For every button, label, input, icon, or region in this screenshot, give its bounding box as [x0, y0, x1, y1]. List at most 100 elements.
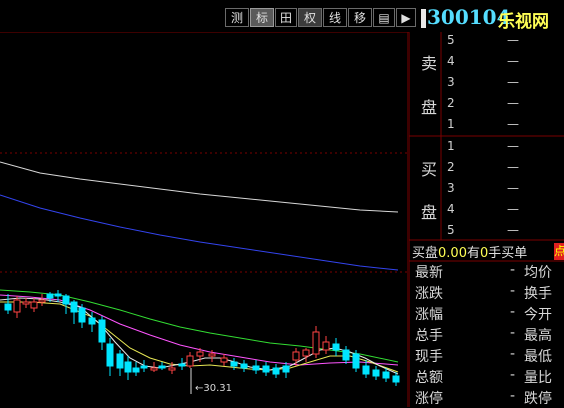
candle-body — [132, 367, 140, 373]
candle-body — [322, 341, 330, 351]
stat-right: 量比 — [524, 370, 552, 386]
mark-button[interactable]: 标 — [250, 8, 274, 27]
quote-panel: 卖 盘 5 — 4 — 3 — 2 — 1 — 买 盘 1 — 2 — 3 — 4 — 5 — 买盘0.00有0手买… — [409, 32, 564, 407]
candle-body — [332, 343, 340, 351]
candle-body — [262, 365, 270, 373]
candle-body — [150, 367, 158, 371]
candle-body — [140, 365, 148, 369]
buy-level-2: 2 — [447, 160, 455, 174]
move-button[interactable]: 移 — [348, 8, 372, 27]
trade-num-1: 0.00 — [438, 246, 467, 260]
sell-label-top: 卖 — [421, 54, 438, 73]
sell-level-5: 5 — [447, 33, 455, 47]
kline-chart[interactable]: ←30.31 — [0, 32, 409, 407]
long-ma-blue — [0, 194, 399, 271]
low-price-annotation: ←30.31 — [195, 383, 232, 394]
candle-body — [46, 293, 54, 299]
candle-body — [62, 295, 70, 305]
stat-row: 涨跌 - 换手 — [412, 283, 564, 303]
candle-body — [312, 331, 320, 355]
stat-dash: - — [510, 346, 516, 362]
buy-value-1: — — [507, 139, 519, 153]
stat-row: 涨幅 - 今开 — [412, 304, 564, 324]
sell-value-5: — — [507, 33, 519, 47]
candle-body — [196, 351, 204, 357]
trade-summary: 买盘0.00有0手买单 — [412, 242, 564, 260]
buy-value-5: — — [507, 223, 519, 237]
candle-body — [22, 301, 30, 305]
stat-row: 现手 - 最低 — [412, 346, 564, 366]
stock-name: 乐视网 — [498, 12, 549, 32]
stat-dash: - — [510, 325, 516, 341]
stat-left: 最新 — [415, 265, 443, 281]
candle-body — [230, 361, 238, 367]
rights-button[interactable]: 权 — [298, 8, 322, 27]
measure-button[interactable]: 测 — [225, 8, 249, 27]
stat-left: 现手 — [415, 349, 443, 365]
stat-left: 涨停 — [415, 391, 443, 407]
buy-level-1: 1 — [447, 139, 455, 153]
ma-yellow — [0, 301, 399, 373]
candle-body — [30, 301, 38, 309]
stat-row: 涨停 - 跌停 — [412, 388, 564, 408]
candle-body — [240, 363, 248, 369]
candle-body — [124, 361, 132, 373]
stat-dash: - — [510, 388, 516, 404]
candle-body — [220, 357, 228, 363]
candle-body — [292, 351, 300, 361]
candle-body — [302, 349, 310, 357]
stat-right: 换手 — [524, 286, 552, 302]
sell-level-3: 3 — [447, 75, 455, 89]
buy-level-3: 3 — [447, 181, 455, 195]
stat-dash: - — [510, 367, 516, 383]
sell-level-2: 2 — [447, 96, 455, 110]
point-badge[interactable]: 点 — [554, 243, 564, 260]
candlesticks — [4, 290, 400, 386]
candle-body — [158, 365, 166, 369]
candle-body — [98, 319, 106, 343]
kline-chart-svg: ←30.31 — [0, 32, 409, 407]
grid-icon[interactable]: 田 — [275, 8, 297, 27]
stat-dash: - — [510, 304, 516, 320]
ma-green — [0, 289, 399, 363]
play-icon[interactable]: ▶ — [396, 8, 416, 27]
stat-right: 最高 — [524, 328, 552, 344]
code-marker — [421, 9, 426, 28]
candle-body — [392, 375, 400, 383]
candle-body — [13, 299, 21, 313]
buy-level-4: 4 — [447, 202, 455, 216]
buy-label-bottom: 盘 — [421, 203, 438, 222]
stat-right: 均价 — [524, 265, 552, 281]
candle-body — [116, 353, 124, 369]
stat-row: 总额 - 量比 — [412, 367, 564, 387]
candle-body — [70, 301, 78, 313]
candle-body — [78, 307, 86, 323]
stat-left: 涨跌 — [415, 286, 443, 302]
stat-left: 总手 — [415, 328, 443, 344]
buy-label-top: 买 — [421, 160, 438, 179]
stat-dash: - — [510, 262, 516, 278]
window-icon[interactable]: ▤ — [373, 8, 395, 27]
candle-body — [362, 365, 370, 375]
candle-body — [252, 365, 260, 371]
buy-value-3: — — [507, 181, 519, 195]
candle-body — [282, 365, 290, 373]
buy-value-4: — — [507, 202, 519, 216]
stat-left: 涨幅 — [415, 307, 443, 323]
sell-label-bottom: 盘 — [421, 98, 438, 117]
candle-body — [106, 343, 114, 367]
buy-value-2: — — [507, 160, 519, 174]
candle-body — [186, 355, 194, 367]
trade-label-1: 买盘 — [412, 246, 439, 260]
candle-body — [272, 367, 280, 375]
candle-body — [352, 353, 360, 369]
sell-level-4: 4 — [447, 54, 455, 68]
candle-body — [38, 299, 46, 303]
candle-body — [54, 293, 62, 297]
candle-body — [208, 353, 216, 357]
line-button[interactable]: 线 — [323, 8, 347, 27]
candle-body — [342, 349, 350, 361]
candle-body — [168, 367, 176, 371]
trade-label-3: 手买单 — [488, 246, 528, 260]
stat-row: 总手 - 最高 — [412, 325, 564, 345]
